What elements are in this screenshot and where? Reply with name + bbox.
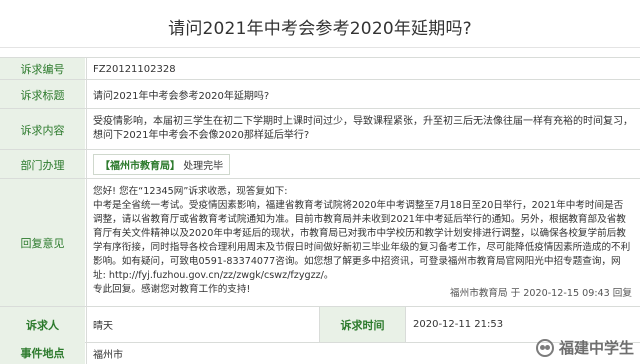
dept-box: 【福州市教育局】 处理完毕	[93, 154, 231, 175]
reply-label: 回复意见	[0, 179, 85, 307]
reply-footer: 福州市教育局 于 2020-12-15 09:43 回复	[450, 288, 632, 299]
number-value: FZ20121102328	[86, 58, 640, 80]
content-value: 受疫情影响，本届初三学生在初二下学期时上课时间过少，导致课程紧张，升至初三后无法…	[86, 109, 640, 150]
row-reply: 回复意见 您好! 您在“12345网”诉求收悉，现答复如下: 中考是全省统一考试…	[0, 178, 640, 307]
row-subject: 诉求标题 请问2021年中考会参考2020年延期吗?	[0, 79, 640, 109]
reply-greeting: 您好! 您在“12345网”诉求收悉，现答复如下:	[93, 186, 288, 197]
dept-name: 【福州市教育局】	[100, 161, 180, 172]
wechat-icon	[535, 338, 554, 357]
dept-label: 部门办理	[0, 150, 85, 179]
reply-value: 您好! 您在“12345网”诉求收悉，现答复如下: 中考是全省统一考试。受疫情因…	[86, 179, 640, 307]
watermark: 福建中学生	[535, 337, 634, 358]
subject-value: 请问2021年中考会参考2020年延期吗?	[86, 80, 640, 109]
row-department: 部门办理 【福州市教育局】 处理完毕	[0, 149, 640, 179]
requester-label: 诉求人	[0, 307, 85, 342]
title-divider	[0, 47, 640, 48]
time-label: 诉求时间	[319, 307, 406, 342]
number-label: 诉求编号	[0, 58, 85, 80]
content-label: 诉求内容	[0, 109, 85, 150]
dept-value: 【福州市教育局】 处理完毕	[86, 150, 640, 179]
row-content: 诉求内容 受疫情影响，本届初三学生在初二下学期时上课时间过少，导致课程紧张，升至…	[0, 108, 640, 150]
page-title: 请问2021年中考会参考2020年延期吗?	[168, 19, 472, 39]
subject-label: 诉求标题	[0, 80, 85, 109]
row-number: 诉求编号 FZ20121102328	[0, 57, 640, 80]
reply-body: 中考是全省统一考试。受疫情因素影响，福建省教育考试院将2020年中考调整至7月1…	[93, 200, 631, 281]
watermark-text: 福建中学生	[558, 339, 634, 357]
requester-value: 晴天	[86, 307, 319, 342]
location-label: 事件地点	[0, 342, 85, 364]
dept-status: 处理完毕	[183, 161, 224, 172]
